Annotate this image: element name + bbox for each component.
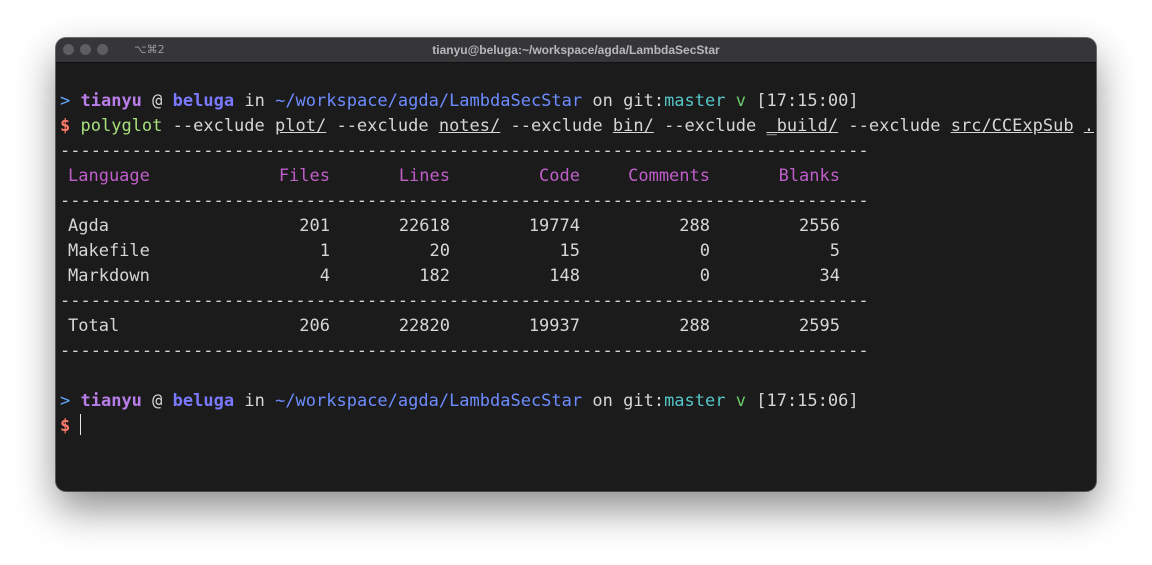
command-arg: _build/ bbox=[766, 116, 839, 136]
prompt-check: v bbox=[735, 91, 746, 111]
cell-lines: 22618 bbox=[398, 216, 450, 236]
command-flag: --exclude bbox=[848, 116, 941, 136]
total-comments: 288 bbox=[679, 316, 710, 336]
cell-comments: 0 bbox=[699, 241, 710, 261]
prompt-check: v bbox=[735, 391, 746, 411]
total-code: 19937 bbox=[528, 316, 580, 336]
cell-comments: 0 bbox=[699, 266, 710, 286]
prompt-host: beluga bbox=[172, 91, 235, 111]
prompt-in: in bbox=[244, 391, 265, 411]
header-lines: Lines bbox=[398, 166, 450, 186]
prompt-dollar: $ bbox=[60, 416, 71, 436]
cell-blanks: 5 bbox=[829, 241, 840, 261]
prompt-git: git: bbox=[623, 391, 665, 411]
prompt-line: > tianyu @ beluga in ~/workspace/agda/La… bbox=[60, 389, 1094, 414]
command-flag: --exclude bbox=[664, 116, 757, 136]
total-label: Total bbox=[68, 316, 120, 336]
cell-language: Agda bbox=[68, 216, 109, 236]
prompt-in: in bbox=[244, 91, 265, 111]
cell-language: Markdown bbox=[68, 266, 150, 286]
terminal-window[interactable]: ⌥⌘2 tianyu@beluga:~/workspace/agda/Lambd… bbox=[56, 38, 1096, 491]
cell-code: 148 bbox=[549, 266, 580, 286]
title-bar[interactable]: ⌥⌘2 tianyu@beluga:~/workspace/agda/Lambd… bbox=[56, 38, 1096, 63]
table-rule: ----------------------------------------… bbox=[60, 191, 869, 211]
text-cursor bbox=[80, 414, 82, 435]
command-arg: . bbox=[1083, 116, 1095, 136]
prompt-path: ~/workspace/agda/LambdaSecStar bbox=[275, 91, 583, 111]
header-language: Language bbox=[68, 166, 150, 186]
command-flag: --exclude bbox=[510, 116, 603, 136]
terminal-content[interactable]: > tianyu @ beluga in ~/workspace/agda/La… bbox=[60, 89, 1094, 439]
table-rule: ----------------------------------------… bbox=[60, 141, 869, 161]
command-arg: plot/ bbox=[275, 116, 327, 136]
command-program: polyglot bbox=[80, 116, 163, 136]
prompt-arrow: > bbox=[60, 391, 71, 411]
input-line[interactable]: $ bbox=[60, 414, 1094, 439]
table-row: Makefile 1 20 15 0 5 bbox=[60, 239, 1094, 264]
table-total-row: Total 206 22820 19937 288 2595 bbox=[60, 314, 1094, 339]
prompt-git: git: bbox=[623, 91, 665, 111]
header-files: Files bbox=[278, 166, 330, 186]
prompt-at: @ bbox=[152, 391, 163, 411]
cell-language: Makefile bbox=[68, 241, 150, 261]
table-rule: ----------------------------------------… bbox=[60, 341, 869, 361]
prompt-path: ~/workspace/agda/LambdaSecStar bbox=[275, 391, 583, 411]
command-arg: bin/ bbox=[612, 116, 654, 136]
prompt-user: tianyu bbox=[80, 391, 142, 411]
prompt-on: on bbox=[592, 91, 613, 111]
prompt-branch: master bbox=[664, 91, 726, 111]
prompt-host: beluga bbox=[172, 391, 235, 411]
header-comments: Comments bbox=[628, 166, 710, 186]
cell-blanks: 2556 bbox=[799, 216, 840, 236]
cell-lines: 20 bbox=[429, 241, 450, 261]
total-files: 206 bbox=[299, 316, 330, 336]
command-arg: notes/ bbox=[438, 116, 501, 136]
prompt-time: [17:15:06] bbox=[756, 391, 859, 411]
prompt-on: on bbox=[592, 391, 613, 411]
total-lines: 22820 bbox=[398, 316, 450, 336]
total-blanks: 2595 bbox=[799, 316, 840, 336]
cell-blanks: 34 bbox=[819, 266, 840, 286]
prompt-line: > tianyu @ beluga in ~/workspace/agda/La… bbox=[60, 89, 1094, 114]
prompt-at: @ bbox=[152, 91, 163, 111]
table-row: Agda 201 22618 19774 288 2556 bbox=[60, 214, 1094, 239]
header-blanks: Blanks bbox=[778, 166, 840, 186]
command-flag: --exclude bbox=[172, 116, 265, 136]
cell-files: 4 bbox=[319, 266, 330, 286]
cell-code: 15 bbox=[559, 241, 580, 261]
window-title: tianyu@beluga:~/workspace/agda/LambdaSec… bbox=[432, 43, 720, 57]
cell-files: 201 bbox=[299, 216, 330, 236]
command-flag: --exclude bbox=[336, 116, 429, 136]
cell-code: 19774 bbox=[528, 216, 580, 236]
cell-comments: 288 bbox=[679, 216, 710, 236]
prompt-time: [17:15:00] bbox=[756, 91, 859, 111]
prompt-arrow: > bbox=[60, 91, 71, 111]
table-row: Markdown 4 182 148 0 34 bbox=[60, 264, 1094, 289]
command-line: $ polyglot --exclude plot/ --exclude not… bbox=[60, 114, 1094, 139]
cell-files: 1 bbox=[319, 241, 330, 261]
table-rule: ----------------------------------------… bbox=[60, 291, 869, 311]
table-header-row: Language Files Lines Code Comments Blank… bbox=[60, 164, 1094, 189]
command-arg: src/CCExpSub bbox=[950, 116, 1074, 136]
header-code: Code bbox=[539, 166, 580, 186]
prompt-user: tianyu bbox=[80, 91, 142, 111]
cell-lines: 182 bbox=[419, 266, 450, 286]
prompt-dollar: $ bbox=[60, 116, 71, 136]
prompt-branch: master bbox=[664, 391, 726, 411]
